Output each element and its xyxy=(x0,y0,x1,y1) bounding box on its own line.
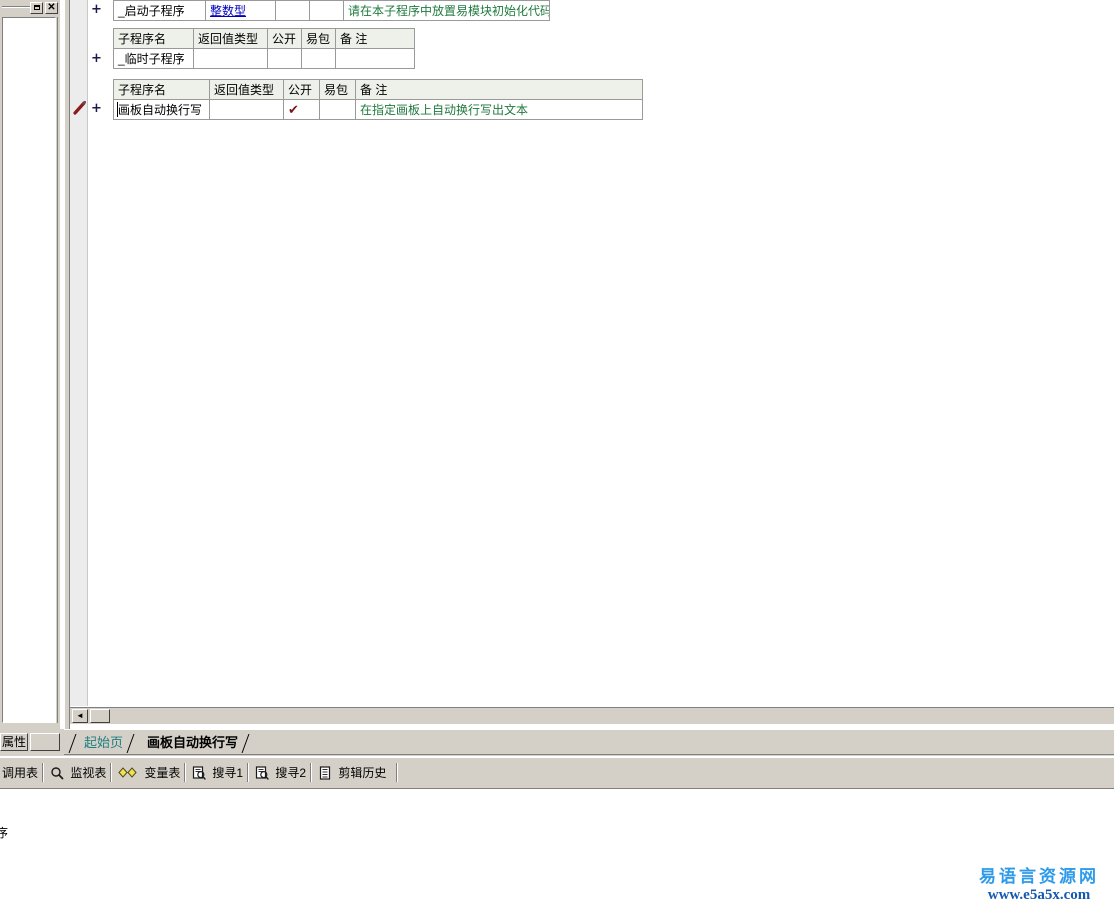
tabbar-underline xyxy=(64,754,1114,755)
header-remark[interactable]: 备 注 xyxy=(335,28,415,49)
header-sub-name[interactable]: 子程序名 xyxy=(113,79,210,100)
bottom-tab-search-1[interactable]: 搜寻1 xyxy=(192,763,243,783)
ide-window: ✕ 属性 + + + _启动子程序 整数型 请在本子程序中放置易模块初始化代码 … xyxy=(0,0,1114,914)
cell-easy-pack[interactable] xyxy=(301,48,336,69)
header-return-type[interactable]: 返回值类型 xyxy=(209,79,284,100)
search-document-icon xyxy=(255,766,269,780)
bottom-tab-variable-table-label: 变量表 xyxy=(144,766,181,780)
toolbar-separator xyxy=(42,763,44,782)
table-header-row: 子程序名 返回值类型 公开 易包 备 注 xyxy=(113,79,643,100)
cell-return-type[interactable] xyxy=(209,99,284,120)
watermark: 易语言资源网 www.e5a5x.com xyxy=(972,867,1106,904)
cell-public[interactable] xyxy=(267,48,302,69)
cell-return-type[interactable]: 整数型 xyxy=(205,0,276,21)
left-panel-titlebar: ✕ xyxy=(0,0,60,15)
tab-edge-left xyxy=(68,734,77,753)
bottom-toolbar: 调用表 监视表 变量表 搜寻1 搜寻2 剪辑历史 xyxy=(0,757,1114,790)
bottom-tab-clip-history[interactable]: 剪辑历史 xyxy=(318,763,386,783)
plus-icon: + xyxy=(91,2,102,17)
clipboard-list-icon xyxy=(318,766,332,780)
table-row[interactable]: _临时子程序 xyxy=(113,48,415,69)
document-tabs: 起始页 画板自动换行写 xyxy=(68,733,250,754)
bottom-tab-search-2-label: 搜寻2 xyxy=(275,766,307,780)
close-button[interactable]: ✕ xyxy=(45,2,58,14)
watermark-url: www.e5a5x.com xyxy=(987,887,1091,903)
header-easy-pack[interactable]: 易包 xyxy=(301,28,336,49)
toolbar-separator xyxy=(184,763,186,782)
chevron-left-icon: ◄ xyxy=(76,711,84,720)
toolbar-separator xyxy=(110,763,112,782)
bottom-tab-call-table[interactable]: 调用表 xyxy=(2,763,38,783)
magnifier-icon xyxy=(50,766,64,780)
bottom-tab-watch-table-label: 监视表 xyxy=(70,766,107,780)
table-row[interactable]: 画板自动换行写 ✔ 在指定画板上自动换行写出文本 xyxy=(113,99,643,120)
left-panel-scroll-strip[interactable] xyxy=(57,17,60,723)
tab-canvas-wrap-write-label: 画板自动换行写 xyxy=(147,735,239,750)
properties-tabstrip-filler xyxy=(30,733,60,751)
toolbar-separator xyxy=(396,763,398,782)
bottom-tab-variable-table[interactable]: 变量表 xyxy=(118,763,180,783)
scroll-left-button[interactable]: ◄ xyxy=(72,709,88,723)
pen-icon xyxy=(72,100,88,116)
toolbar-separator xyxy=(247,763,249,782)
cell-remark[interactable]: 请在本子程序中放置易模块初始化代码 xyxy=(343,0,550,21)
bottom-tab-watch-table[interactable]: 监视表 xyxy=(50,763,106,783)
table-temp-subroutine[interactable]: 子程序名 返回值类型 公开 易包 备 注 _临时子程序 xyxy=(113,28,415,69)
output-text: 序 xyxy=(0,826,9,840)
expand-toggle-temp[interactable]: + xyxy=(91,51,102,66)
header-public[interactable]: 公开 xyxy=(267,28,302,49)
output-pane[interactable] xyxy=(0,789,1114,914)
titlebar-grip xyxy=(2,6,32,8)
bottom-tab-search-2[interactable]: 搜寻2 xyxy=(255,763,306,783)
header-easy-pack[interactable]: 易包 xyxy=(319,79,356,100)
header-return-type[interactable]: 返回值类型 xyxy=(193,28,268,49)
maximize-icon xyxy=(33,5,40,10)
table-row[interactable]: _启动子程序 整数型 请在本子程序中放置易模块初始化代码 xyxy=(113,0,550,21)
bottom-tab-search-1-label: 搜寻1 xyxy=(212,766,244,780)
expand-toggle-startup[interactable]: + xyxy=(91,2,102,17)
plus-icon: + xyxy=(91,101,102,116)
toolbar-separator xyxy=(310,763,312,782)
tab-start-page[interactable]: 起始页 xyxy=(68,733,135,754)
editor-horizontal-scrollbar[interactable]: ◄ xyxy=(70,707,1114,724)
document-tabbar: 起始页 画板自动换行写 xyxy=(64,729,1114,756)
header-public[interactable]: 公开 xyxy=(283,79,320,100)
tab-properties[interactable]: 属性 xyxy=(0,733,28,751)
tab-properties-label: 属性 xyxy=(1,735,26,749)
bottom-tab-call-table-label: 调用表 xyxy=(2,766,39,780)
cell-return-type[interactable] xyxy=(193,48,268,69)
plus-icon: + xyxy=(91,51,102,66)
scrollbar-thumb[interactable] xyxy=(90,709,110,723)
cell-sub-name[interactable]: _临时子程序 xyxy=(113,48,194,69)
search-document-icon xyxy=(192,766,206,780)
left-panel-content[interactable] xyxy=(2,17,56,723)
cell-easy-pack[interactable] xyxy=(309,0,344,21)
cell-sub-name[interactable]: 画板自动换行写 xyxy=(113,99,210,120)
tab-edge-right xyxy=(241,734,250,753)
bottom-tab-clip-history-label: 剪辑历史 xyxy=(338,766,387,780)
cell-public[interactable]: ✔ xyxy=(283,99,320,120)
table-startup-subroutine[interactable]: _启动子程序 整数型 请在本子程序中放置易模块初始化代码 xyxy=(113,0,550,21)
left-dock-panel: ✕ xyxy=(0,0,60,729)
close-icon: ✕ xyxy=(47,2,56,13)
expand-toggle-canvas[interactable]: + xyxy=(91,101,102,116)
cell-easy-pack[interactable] xyxy=(319,99,356,120)
header-remark[interactable]: 备 注 xyxy=(355,79,643,100)
tab-canvas-wrap-write[interactable]: 画板自动换行写 xyxy=(133,733,250,754)
maximize-button[interactable] xyxy=(30,2,43,14)
cell-public[interactable] xyxy=(275,0,310,21)
cell-remark[interactable] xyxy=(335,48,415,69)
diamonds-icon xyxy=(118,766,138,780)
watermark-site-name: 易语言资源网 xyxy=(979,867,1099,887)
table-canvas-wrap-write[interactable]: 子程序名 返回值类型 公开 易包 备 注 画板自动换行写 ✔ 在指定画板上自动换… xyxy=(113,79,643,120)
tab-start-page-label: 起始页 xyxy=(84,735,124,750)
cell-sub-name[interactable]: _启动子程序 xyxy=(113,0,206,21)
header-sub-name[interactable]: 子程序名 xyxy=(113,28,194,49)
cell-remark[interactable]: 在指定画板上自动换行写出文本 xyxy=(355,99,643,120)
table-header-row: 子程序名 返回值类型 公开 易包 备 注 xyxy=(113,28,415,49)
